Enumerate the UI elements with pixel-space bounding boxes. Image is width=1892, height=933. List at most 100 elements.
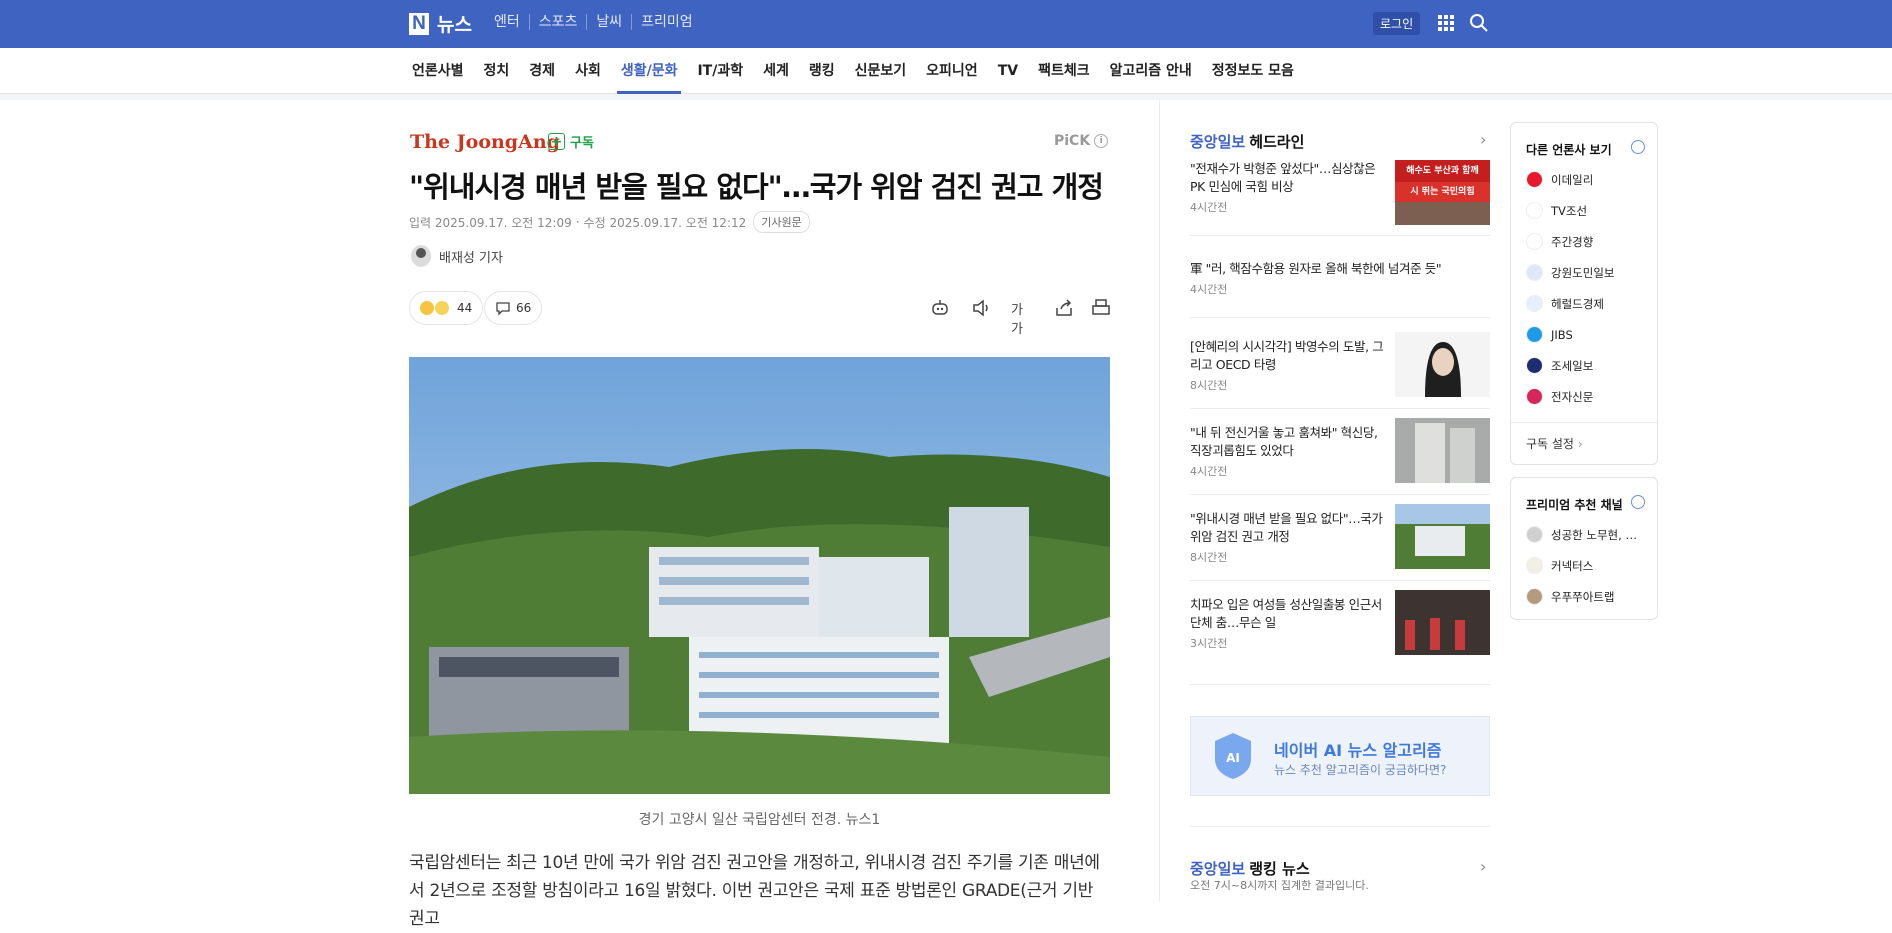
tab-world[interactable]: 세계 [759, 48, 793, 94]
channel-name: 성공한 노무현, … [1551, 527, 1637, 542]
text-size-icon[interactable]: 가가 [1011, 299, 1033, 337]
thumb-banner-text: 해수도 부산과 함께 [1395, 160, 1490, 182]
news-thumbnail [1395, 332, 1490, 397]
divider [1190, 826, 1490, 827]
category-nav: 언론사별 정치 경제 사회 생활/문화 IT/과학 세계 랭킹 신문보기 오피니… [0, 48, 1892, 94]
press-item[interactable]: 강원도민일보 [1526, 257, 1657, 288]
summary-bot-icon[interactable] [929, 297, 951, 319]
tab-economy[interactable]: 경제 [525, 48, 559, 94]
thumb-banner-text-2: 시 뛰는 국민의힘 [1410, 187, 1475, 197]
ranking-press-name: 중앙일보 [1190, 860, 1246, 878]
chevron-right-icon[interactable]: › [1480, 857, 1486, 876]
list-item[interactable]: 軍 "러, 핵잠수함용 원자로 올해 북한에 넘겨준 듯" 4시간전 [1190, 260, 1490, 318]
ranking-section-title[interactable]: 중앙일보 랭킹 뉴스 [1190, 858, 1310, 879]
press-name: 헤럴드경제 [1551, 296, 1604, 311]
pick-badge: PiCK i [1054, 133, 1109, 149]
channel-item[interactable]: 커넥터스 [1526, 550, 1657, 581]
news-title: 軍 "러, 핵잠수함용 원자로 올해 북한에 넘겨준 듯" [1190, 261, 1442, 276]
comment-count: 66 [516, 301, 532, 315]
column-divider [1159, 100, 1160, 901]
speaker-icon[interactable] [970, 297, 992, 319]
press-name: TV조선 [1551, 203, 1588, 218]
reporter-name: 배재성 기자 [439, 250, 503, 266]
ranking-subtitle: 오전 7시~8시까지 집계한 결과입니다. [1190, 879, 1369, 892]
section-divider [0, 94, 1892, 100]
tab-society[interactable]: 사회 [571, 48, 605, 94]
tab-tv[interactable]: TV [994, 48, 1022, 94]
nav-sports[interactable]: 스포츠 [528, 14, 587, 30]
info-icon[interactable]: i [1094, 134, 1109, 148]
tab-factcheck[interactable]: 팩트체크 [1034, 48, 1094, 94]
original-article-link[interactable]: 기사원문 [753, 211, 810, 233]
nav-weather[interactable]: 날씨 [586, 14, 631, 30]
pick-label: PiCK [1054, 133, 1091, 149]
press-name: 전자신문 [1551, 389, 1594, 404]
press-name: 강원도민일보 [1551, 265, 1615, 280]
comment-button[interactable]: 66 [484, 291, 543, 325]
list-item[interactable]: [안혜리의 시시각각] 박영수의 도발, 그리고 OECD 타령 8시간전 [1190, 332, 1490, 409]
reaction-button[interactable]: 44 [409, 291, 484, 325]
smile-emoji-icon [420, 301, 434, 315]
list-item[interactable]: "전재수가 박형준 앞섰다"…심상찮은 PK 민심에 국힘 비상 4시간전 해수… [1190, 160, 1490, 236]
list-item[interactable]: "위내시경 매년 받을 필요 없다"…국가 위암 검진 권고 개정 8시간전 [1190, 504, 1490, 581]
list-item[interactable]: 치파오 입은 여성들 성산일출봉 인근서 단체 춤…무슨 일 3시간전 [1190, 590, 1490, 685]
tab-it-science[interactable]: IT/과학 [693, 48, 747, 94]
press-item[interactable]: JIBS [1526, 319, 1657, 350]
headline-title: 헤드라인 [1249, 133, 1305, 151]
tab-ranking[interactable]: 랭킹 [805, 48, 839, 94]
edit-date: 수정 2025.09.17. 오전 12:12 [583, 215, 747, 230]
headline-section-title[interactable]: 중앙일보 헤드라인 [1190, 131, 1304, 152]
naver-n-icon: N [409, 12, 429, 35]
tab-life-culture[interactable]: 생활/문화 [616, 48, 682, 94]
press-item[interactable]: 주간경향 [1526, 226, 1657, 257]
subscribe-button[interactable]: + 구독 [548, 132, 594, 151]
chevron-right-icon[interactable]: › [1480, 130, 1486, 149]
tab-press[interactable]: 언론사별 [408, 48, 468, 94]
refresh-icon[interactable] [1631, 140, 1645, 154]
press-item[interactable]: 이데일리 [1526, 164, 1657, 195]
ai-banner-subtitle: 뉴스 추천 알고리즘이 궁금하다면? [1274, 763, 1447, 777]
article-body: 국립암센터는 최근 10년 만에 국가 위암 검진 권고안을 개정하고, 위내시… [409, 853, 1100, 929]
photo-caption: 경기 고양시 일산 국립암센터 전경. 뉴스1 [638, 812, 881, 828]
tab-newspaper[interactable]: 신문보기 [851, 48, 911, 94]
refresh-icon[interactable] [1631, 495, 1645, 509]
press-item[interactable]: 조세일보 [1526, 350, 1657, 381]
apps-grid-icon[interactable] [1438, 15, 1454, 31]
channel-name: 우푸쭈아트랩 [1551, 589, 1615, 604]
channel-item[interactable]: 성공한 노무현, … [1526, 519, 1657, 550]
press-logo-icon [1526, 202, 1543, 219]
ranking-title: 랭킹 뉴스 [1249, 860, 1310, 878]
channel-item[interactable]: 우푸쭈아트랩 [1526, 581, 1657, 612]
share-icon[interactable] [1053, 297, 1075, 319]
tab-opinion[interactable]: 오피니언 [922, 48, 982, 94]
tab-politics[interactable]: 정치 [480, 48, 514, 94]
ai-algorithm-banner[interactable]: AI 네이버 AI 뉴스 알고리즘 뉴스 추천 알고리즘이 궁금하다면? [1190, 716, 1490, 796]
print-icon[interactable] [1090, 297, 1112, 319]
news-title: 치파오 입은 여성들 성산일출봉 인근서 단체 춤…무슨 일 [1190, 597, 1382, 630]
reporter[interactable]: 배재성 기자 [411, 245, 503, 267]
login-button[interactable]: 로그인 [1373, 12, 1421, 35]
nav-premium[interactable]: 프리미엄 [631, 14, 702, 30]
ai-icon-text: AI [1226, 751, 1240, 765]
channel-avatar [1526, 588, 1543, 605]
premium-title: 프리미엄 추천 채널 [1526, 498, 1623, 512]
list-item[interactable]: "내 뒤 전신거울 놓고 훔쳐봐" 혁신당, 직장괴롭힘도 있었다 4시간전 [1190, 418, 1490, 495]
press-item[interactable]: 헤럴드경제 [1526, 288, 1657, 319]
naver-news-logo[interactable]: N 뉴스 [409, 10, 472, 37]
article-photo[interactable] [409, 357, 1110, 794]
ai-banner-title: 네이버 AI 뉴스 알고리즘 [1274, 741, 1442, 760]
news-thumbnail: 해수도 부산과 함께 시 뛰는 국민의힘 [1395, 160, 1490, 225]
press-item[interactable]: TV조선 [1526, 195, 1657, 226]
press-item[interactable]: 전자신문 [1526, 381, 1657, 412]
press-logo[interactable]: The JoongAng [410, 131, 560, 153]
top-navigation-bar: N 뉴스 엔터 스포츠 날씨 프리미엄 로그인 [0, 0, 1892, 48]
press-logo-icon [1526, 326, 1543, 343]
press-name: 조세일보 [1551, 358, 1594, 373]
search-icon[interactable] [1469, 13, 1489, 33]
tab-algorithm[interactable]: 알고리즘 안내 [1106, 48, 1196, 94]
channel-avatar [1526, 557, 1543, 574]
premium-channel-card: 프리미엄 추천 채널 성공한 노무현, … 커넥터스 우푸쭈아트랩 [1510, 477, 1658, 620]
tab-corrections[interactable]: 정정보도 모음 [1208, 48, 1298, 94]
subscription-settings-link[interactable]: 구독 설정 › [1511, 422, 1657, 466]
nav-entertainment[interactable]: 엔터 [486, 14, 529, 30]
